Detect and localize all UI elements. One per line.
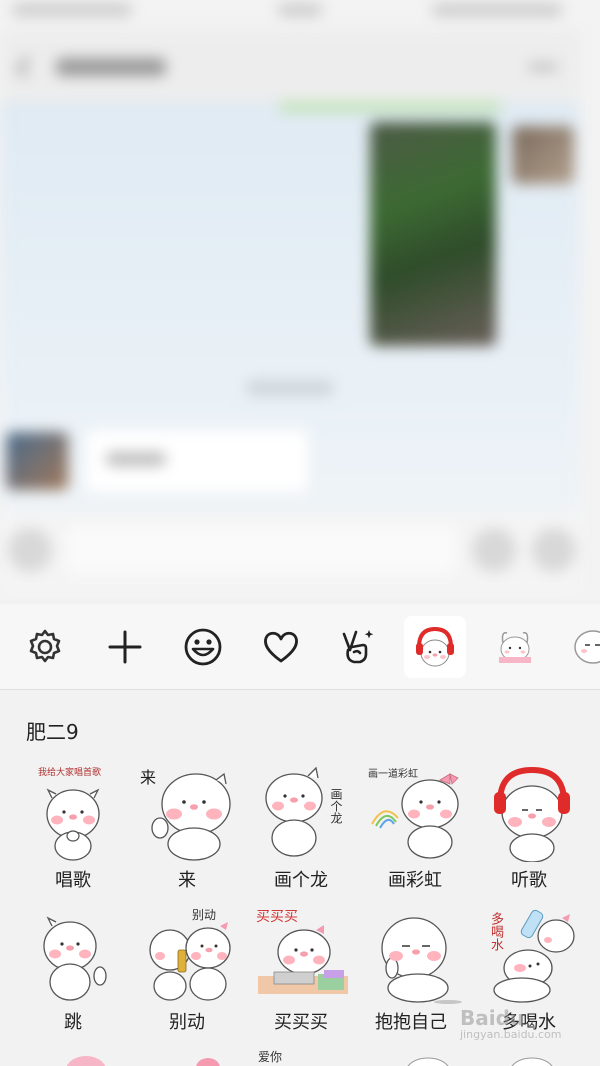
watermark-sub: jingyan.baidu.com xyxy=(460,1028,562,1041)
sticker-label: 来 xyxy=(178,870,196,891)
sticker-item[interactable]: 抱抱自己 xyxy=(360,906,470,1046)
sticker-label: 听歌 xyxy=(511,870,547,891)
sticker-caption: 爱你 xyxy=(258,1050,283,1064)
settings-gear-icon[interactable] xyxy=(14,616,76,678)
chat-area-blurred xyxy=(0,0,600,600)
sticker-item[interactable]: 买买买 买买买 xyxy=(246,906,356,1046)
watermark-logo: Baidu jingyan.baidu.com xyxy=(460,1006,562,1041)
sticker-pack-title: 肥二9 xyxy=(26,720,79,744)
chat-photo-message[interactable] xyxy=(370,122,496,346)
status-bar xyxy=(0,0,580,30)
sticker-label: 跳 xyxy=(64,1012,82,1033)
sticker-item[interactable]: 画一道彩虹 画彩虹 xyxy=(360,762,470,902)
sticker-item[interactable]: 我给大家唱首歌 唱歌 xyxy=(18,762,128,902)
emoji-toolbar xyxy=(0,604,600,690)
timestamp-chip xyxy=(246,380,334,396)
more-icon[interactable] xyxy=(528,64,558,70)
avatar[interactable] xyxy=(512,126,574,184)
message-input[interactable] xyxy=(66,526,456,574)
sticker-label: 画彩虹 xyxy=(388,870,442,891)
avatar[interactable] xyxy=(6,432,68,490)
add-icon[interactable] xyxy=(532,528,576,572)
peace-hand-icon[interactable] xyxy=(326,616,388,678)
face-pack-icon[interactable] xyxy=(560,616,600,678)
sticker-item[interactable] xyxy=(18,1050,128,1066)
sticker-label: 唱歌 xyxy=(55,870,91,891)
voice-icon[interactable] xyxy=(8,528,52,572)
sticker-item[interactable] xyxy=(360,1050,470,1066)
sticker-label: 别动 xyxy=(169,1012,205,1033)
back-arrow-icon[interactable] xyxy=(15,55,39,79)
sticker-item[interactable]: 爱你 xyxy=(246,1048,356,1066)
favorites-heart-icon[interactable] xyxy=(250,616,312,678)
emoji-smiley-icon[interactable] xyxy=(172,616,234,678)
add-plus-icon[interactable] xyxy=(94,616,156,678)
chat-title-blurred xyxy=(56,58,166,76)
emoji-toggle-icon[interactable] xyxy=(472,528,516,572)
headphone-pig-pack-icon[interactable] xyxy=(404,616,466,678)
sticker-item[interactable]: 别动 别动 xyxy=(132,906,242,1046)
sticker-label: 买买买 xyxy=(274,1012,328,1033)
chat-header xyxy=(0,30,580,102)
sticker-item[interactable]: 跳 xyxy=(18,906,128,1046)
watermark-brand: Baidu xyxy=(460,1006,525,1030)
sticker-label: 画个龙 xyxy=(274,870,328,891)
sticker-label: 抱抱自己 xyxy=(375,1012,447,1033)
sticker-item[interactable] xyxy=(474,1050,584,1066)
sticker-item[interactable]: 来 来 xyxy=(132,762,242,902)
bunny-pack-icon[interactable] xyxy=(484,616,546,678)
sticker-item[interactable]: 画个龙 画个龙 xyxy=(246,762,356,902)
sticker-item[interactable] xyxy=(132,1050,242,1066)
sticker-item[interactable]: 听歌 xyxy=(474,762,584,902)
